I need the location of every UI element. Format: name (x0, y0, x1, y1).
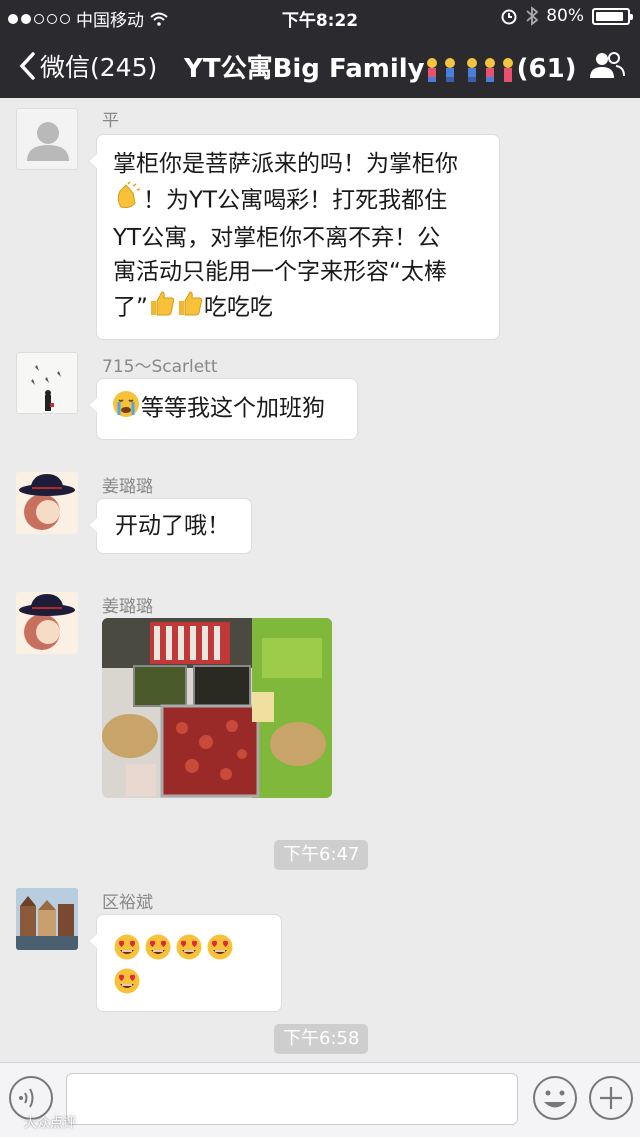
group-info-icon[interactable] (588, 50, 626, 80)
message-line-text: 吃吃吃 (203, 294, 273, 321)
message-line-text: ！为YT公寓喝彩！打死我都住 (143, 187, 448, 214)
bluetooth-icon (526, 6, 539, 26)
message-input[interactable] (66, 1073, 518, 1125)
sender-name: 区裕斌 (102, 893, 153, 913)
avatar-image (19, 594, 75, 650)
avatar[interactable] (16, 592, 78, 654)
avatar[interactable] (16, 108, 78, 170)
avatar-image (16, 888, 78, 950)
message-text: 开动了哦！ (115, 513, 230, 539)
avatar-image (19, 474, 75, 530)
message-text: 等等我这个加班狗 (141, 395, 325, 422)
emoji-row (113, 933, 237, 993)
message-line: 了” 吃吃吃 (113, 289, 483, 327)
avatar[interactable] (16, 888, 78, 950)
heart-eyes-emoji-icon (145, 934, 171, 959)
message-line: 掌柜你是菩萨派来的吗！为掌柜你 (113, 151, 458, 177)
thumbs-up-icon (176, 289, 204, 327)
watermark: 大众点评 (24, 1116, 77, 1131)
timestamp: 下午6:47 (274, 840, 369, 870)
avatar-image (31, 365, 61, 411)
heart-eyes-emoji-icon (114, 968, 140, 993)
heart-eyes-emoji-icon (176, 934, 202, 959)
message-line: YT公寓，对掌柜你不离不弃！公 (113, 225, 441, 251)
food-photo[interactable] (102, 618, 332, 798)
status-bar: 中国移动 下午8:22 80% (0, 0, 640, 34)
message-bubble[interactable]: 开动了哦！ (88, 498, 252, 554)
message-bubble[interactable]: 等等我这个加班狗 (88, 378, 358, 440)
group-name: YT公寓Big Family (184, 54, 425, 84)
sender-name: 姜璐璐 (102, 477, 153, 497)
heart-eyes-emoji-icon (207, 934, 233, 959)
family-emoji-icon (426, 57, 513, 82)
back-button[interactable]: 微信(245) (18, 48, 157, 84)
sender-name: 姜璐璐 (102, 597, 153, 617)
message-line: ！为YT公寓喝彩！打死我都住 (113, 181, 483, 221)
chat-title: YT公寓Big Family (61) (184, 48, 577, 85)
clapping-hands-icon (113, 181, 143, 221)
alarm-icon (501, 9, 517, 25)
message-bubble[interactable] (88, 914, 282, 1012)
more-options-button[interactable] (588, 1075, 634, 1121)
message-line-text: 了” (113, 294, 148, 321)
heart-eyes-emoji-icon (114, 934, 140, 959)
emoji-button[interactable] (532, 1075, 578, 1121)
battery-percent: 80% (546, 6, 584, 26)
message-bubble[interactable]: 掌柜你是菩萨派来的吗！为掌柜你 ！为YT公寓喝彩！打死我都住 YT公寓，对掌柜你… (88, 134, 500, 340)
chevron-left-icon (19, 52, 35, 80)
message-line: 寓活动只能用一个字来形容“太棒 (113, 259, 447, 285)
avatar[interactable] (16, 472, 78, 534)
input-bar (0, 1062, 640, 1137)
nav-bar: 微信(245) YT公寓Big Family (61) (0, 34, 640, 98)
back-label: 微信(245) (40, 53, 158, 82)
crying-face-icon (111, 389, 141, 429)
avatar[interactable] (16, 352, 78, 414)
sender-name: 715～Scarlett (102, 357, 218, 377)
member-count: (61) (516, 54, 577, 84)
battery-icon (592, 7, 633, 25)
sender-name: 平 (102, 111, 119, 131)
thumbs-up-icon (148, 289, 176, 327)
timestamp: 下午6:58 (274, 1024, 369, 1054)
default-avatar-icon (27, 122, 69, 161)
